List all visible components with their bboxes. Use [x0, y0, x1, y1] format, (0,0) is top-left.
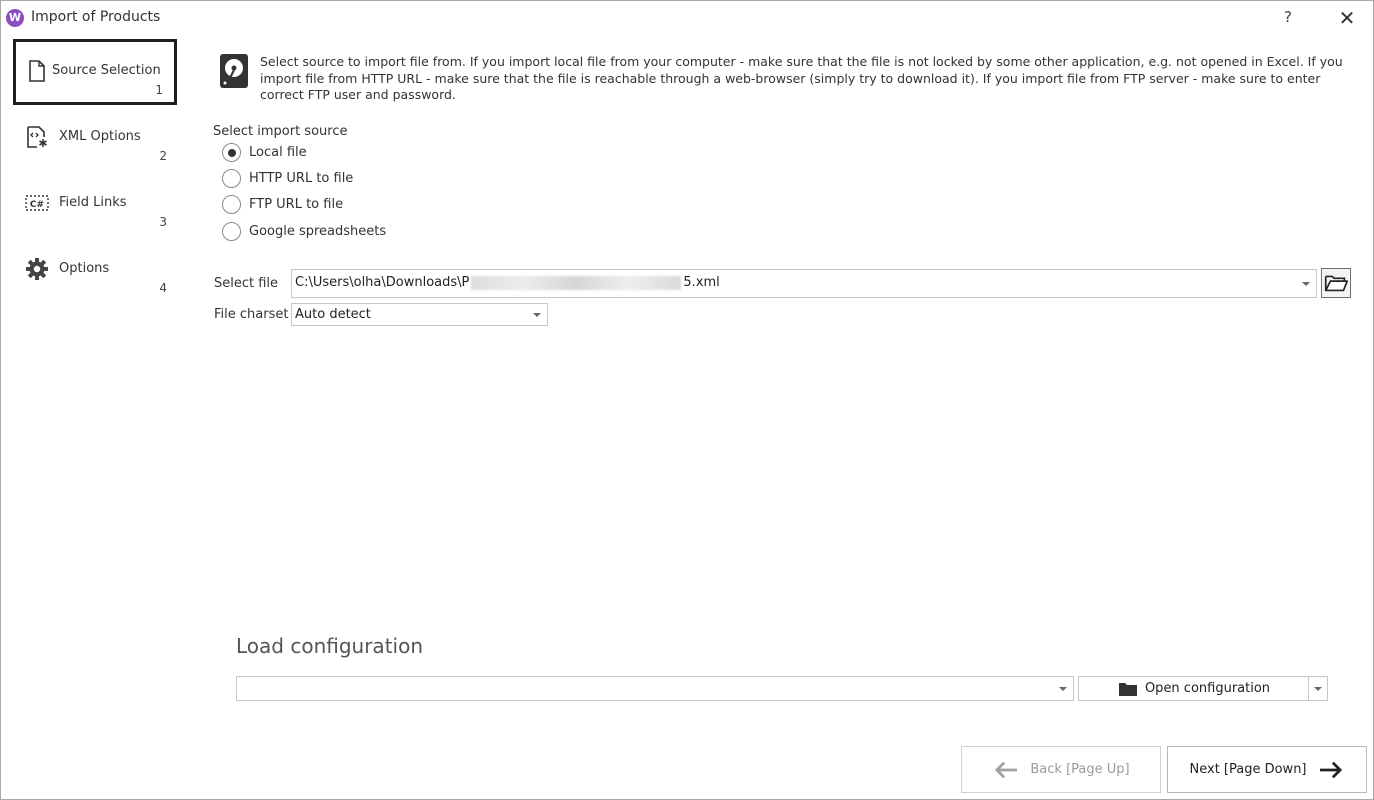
chevron-down-icon[interactable]	[1302, 281, 1310, 286]
arrow-right-icon	[1319, 761, 1342, 778]
nav-item-source-selection[interactable]: Source Selection 1	[13, 39, 177, 105]
radio-button[interactable]	[222, 194, 241, 214]
file-path-suffix: 5.xml	[683, 275, 720, 290]
svg-text:C#: C#	[30, 200, 44, 210]
radio-label: Google spreadsheets	[249, 223, 387, 239]
nav-step-number: 3	[159, 215, 167, 229]
file-charset-label: File charset	[214, 307, 289, 322]
radio-label: HTTP URL to file	[249, 170, 354, 186]
browse-file-button[interactable]	[1321, 268, 1351, 298]
back-button-label: Back [Page Up]	[1030, 762, 1130, 777]
radio-button-checked[interactable]	[222, 142, 241, 162]
gear-icon	[26, 258, 48, 280]
xml-code-icon	[27, 126, 47, 148]
nav-step-number: 4	[159, 281, 167, 295]
open-configuration-dropdown[interactable]	[1308, 677, 1328, 700]
load-configuration-title: Load configuration	[236, 634, 424, 658]
radio-google-spreadsheets[interactable]: Google spreadsheets	[222, 221, 386, 241]
nav-label: Options	[59, 261, 110, 276]
document-icon	[29, 60, 45, 82]
import-products-window: W Import of Products ? ✕ Source Selectio…	[0, 0, 1374, 800]
help-button[interactable]: ?	[1280, 8, 1296, 26]
arrow-left-icon	[995, 761, 1018, 778]
nav-item-field-links[interactable]: C# Field Links 3	[13, 171, 177, 237]
open-configuration-label: Open configuration	[1144, 681, 1271, 696]
nav-label: XML Options	[59, 129, 141, 144]
folder-icon	[1118, 682, 1137, 696]
radio-button[interactable]	[222, 221, 241, 241]
window-title: Import of Products	[31, 9, 161, 25]
nav-item-options[interactable]: Options 4	[13, 237, 177, 303]
source-help-text: Select source to import file from. If yo…	[260, 54, 1343, 102]
open-configuration-button[interactable]: Open configuration	[1078, 676, 1328, 701]
select-file-label: Select file	[214, 276, 279, 291]
hard-disk-icon	[220, 54, 248, 88]
redacted-filename	[471, 275, 682, 290]
radio-http-url[interactable]: HTTP URL to file	[222, 168, 353, 188]
nav-step-number: 2	[159, 149, 167, 163]
file-path-combobox[interactable]: C:\Users\olha\Downloads\P 5.xml	[291, 269, 1317, 298]
file-charset-select[interactable]: Auto detect	[291, 303, 548, 326]
close-button[interactable]: ✕	[1335, 6, 1359, 30]
import-source-label: Select import source	[213, 124, 348, 139]
radio-label: Local file	[249, 144, 307, 160]
nav-label: Source Selection	[52, 63, 161, 78]
field-links-icon: C#	[25, 195, 49, 211]
radio-ftp-url[interactable]: FTP URL to file	[222, 194, 343, 214]
file-charset-value: Auto detect	[295, 307, 371, 322]
radio-local-file[interactable]: Local file	[222, 142, 307, 162]
configuration-combobox[interactable]	[236, 676, 1074, 701]
radio-label: FTP URL to file	[249, 196, 344, 212]
nav-step-number: 1	[155, 83, 163, 97]
open-folder-icon	[1324, 275, 1349, 292]
nav-item-xml-options[interactable]: XML Options 2	[13, 105, 177, 171]
chevron-down-icon[interactable]	[533, 312, 541, 317]
open-configuration-main[interactable]: Open configuration	[1079, 677, 1309, 700]
next-button[interactable]: Next [Page Down]	[1167, 746, 1367, 793]
chevron-down-icon[interactable]	[1314, 686, 1322, 691]
app-logo-icon: W	[6, 9, 24, 27]
next-button-label: Next [Page Down]	[1189, 762, 1307, 777]
file-path-prefix: C:\Users\olha\Downloads\P	[295, 275, 470, 290]
nav-label: Field Links	[59, 195, 127, 210]
radio-button[interactable]	[222, 168, 241, 188]
chevron-down-icon[interactable]	[1059, 686, 1067, 691]
back-button[interactable]: Back [Page Up]	[961, 746, 1161, 793]
title-bar: W Import of Products ? ✕	[1, 1, 1373, 35]
